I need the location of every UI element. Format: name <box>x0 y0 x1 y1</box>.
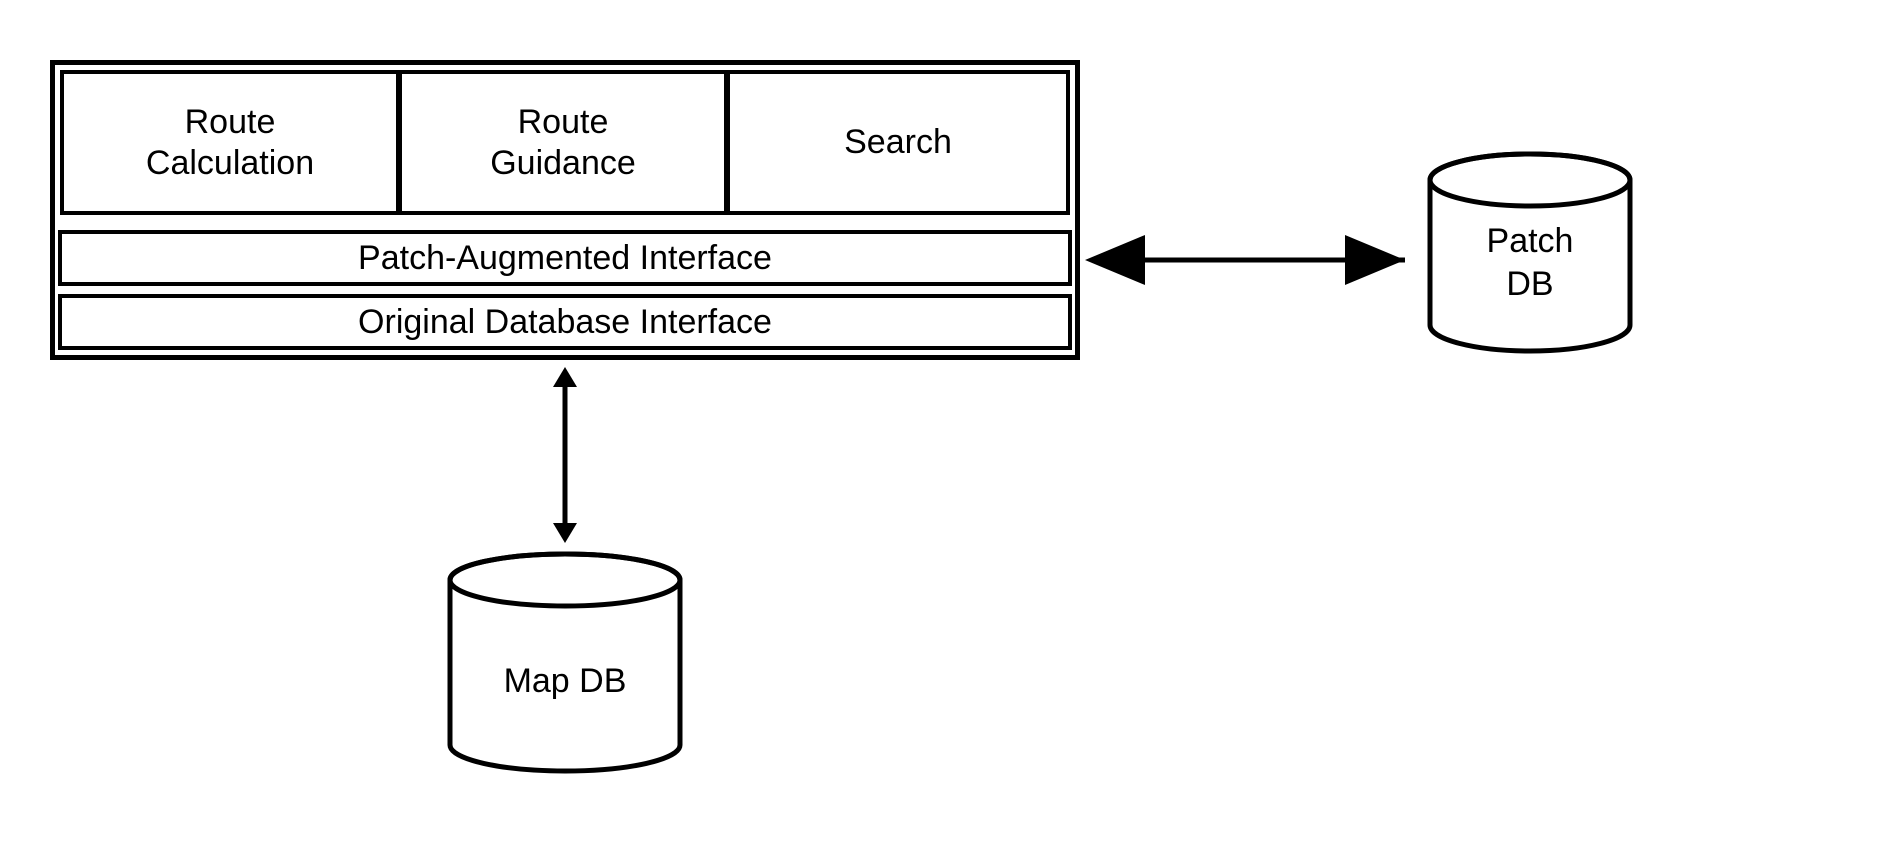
patch-db-label: Patch DB <box>1420 220 1640 305</box>
route-guidance-module: Route Guidance <box>398 70 728 215</box>
arrow-map-db <box>535 365 595 545</box>
map-db-label: Map DB <box>440 660 690 703</box>
search-module: Search <box>726 70 1070 215</box>
patch-augmented-interface-label: Patch-Augmented Interface <box>358 239 772 278</box>
original-database-interface-layer: Original Database Interface <box>58 294 1072 350</box>
original-database-interface-label: Original Database Interface <box>358 303 772 342</box>
patch-augmented-interface-layer: Patch-Augmented Interface <box>58 230 1072 286</box>
route-calculation-module: Route Calculation <box>60 70 400 215</box>
route-guidance-label: Route Guidance <box>490 102 636 184</box>
arrow-patch-db <box>1085 235 1415 285</box>
route-calculation-label: Route Calculation <box>146 102 314 184</box>
search-label: Search <box>844 122 952 163</box>
